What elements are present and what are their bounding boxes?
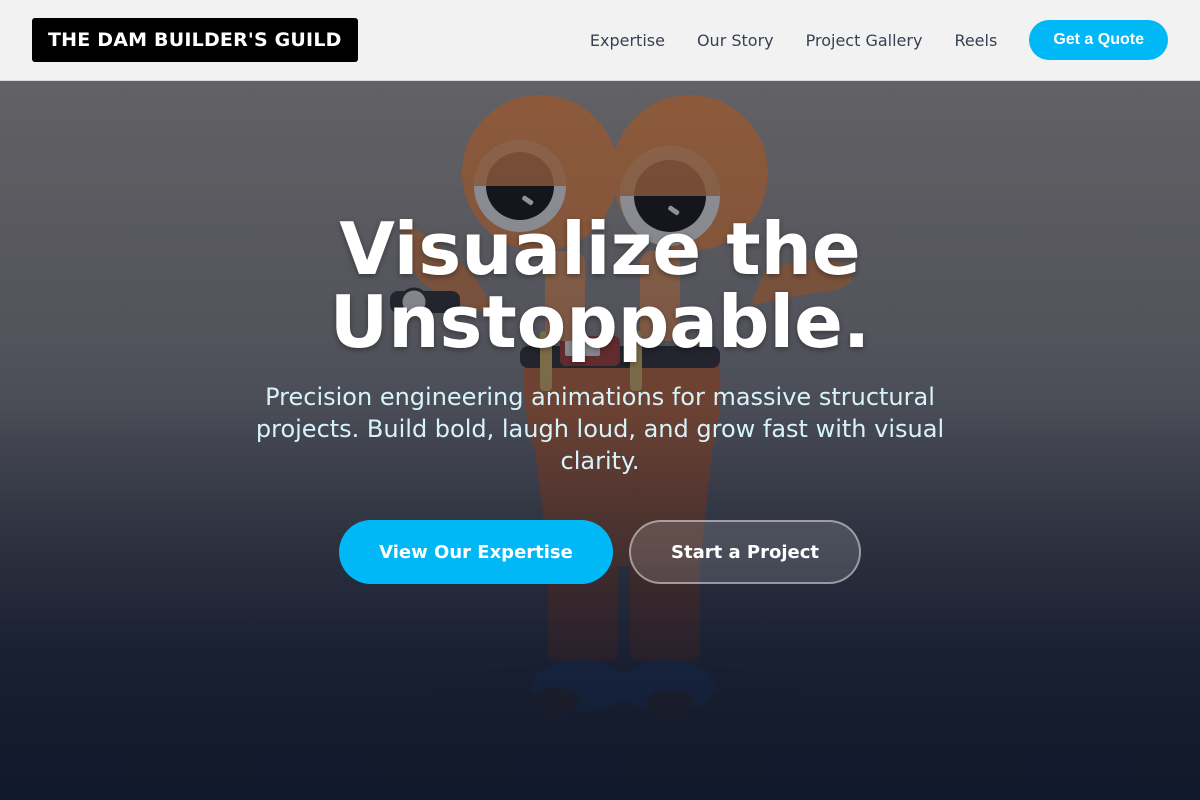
nav-link-our-story[interactable]: Our Story: [697, 31, 774, 50]
hero-section: Visualize the Unstoppable. Precision eng…: [0, 81, 1200, 800]
nav-link-reels[interactable]: Reels: [954, 31, 997, 50]
hero-subhead: Precision engineering animations for mas…: [255, 383, 945, 475]
hero-headline: Visualize the Unstoppable.: [200, 213, 1000, 359]
hero-cta-group: View Our Expertise Start a Project: [0, 520, 1200, 584]
start-project-button[interactable]: Start a Project: [629, 520, 861, 584]
nav-link-project-gallery[interactable]: Project Gallery: [806, 31, 923, 50]
get-quote-button[interactable]: Get a Quote: [1029, 20, 1168, 60]
view-expertise-button[interactable]: View Our Expertise: [339, 520, 613, 584]
nav-link-expertise[interactable]: Expertise: [590, 31, 665, 50]
hero-content: Visualize the Unstoppable. Precision eng…: [0, 81, 1200, 800]
site-header: THE DAM BUILDER'S GUILD Expertise Our St…: [0, 0, 1200, 81]
site-logo[interactable]: THE DAM BUILDER'S GUILD: [32, 18, 358, 62]
hero-headline-line-1: Visualize the: [339, 207, 861, 291]
main-nav: Expertise Our Story Project Gallery Reel…: [558, 20, 1168, 60]
hero-headline-line-2: Unstoppable.: [329, 280, 871, 364]
